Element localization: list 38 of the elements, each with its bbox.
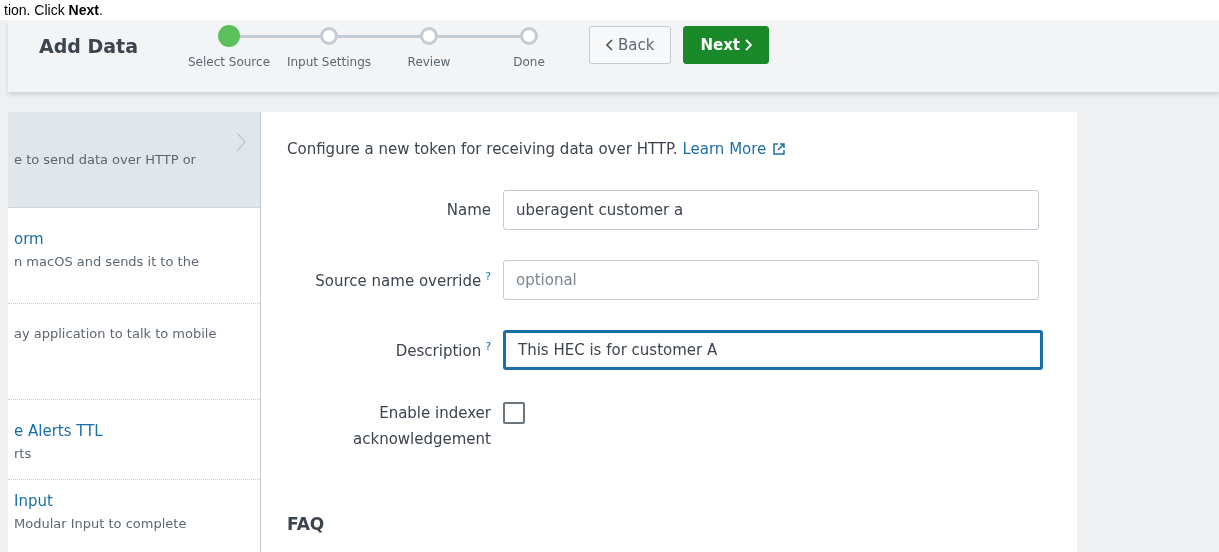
field-label: Name: [446, 201, 491, 219]
page-title: Add Data: [39, 35, 140, 57]
step-label: Select Source: [187, 55, 271, 69]
faq-heading: FAQ: [287, 514, 326, 534]
chevron-left-icon: [606, 39, 613, 51]
external-link-icon: [773, 143, 786, 155]
field-label: Description: [395, 342, 482, 360]
intro-text: Configure a new token for receiving data over HTTP.: [287, 140, 678, 158]
source-list-item[interactable]: e Alerts TTL rts: [8, 400, 260, 480]
text-field[interactable]: uberagent customer a: [503, 190, 1039, 230]
chevron-right-icon: [236, 132, 246, 152]
step-label: Review: [407, 55, 451, 69]
source-description: e to send data over HTTP or: [14, 152, 197, 167]
source-description: Modular Input to complete: [14, 516, 188, 531]
checkbox[interactable]: [503, 402, 525, 424]
help-mark[interactable]: ?: [485, 270, 491, 283]
source-title: Input: [14, 492, 54, 510]
source-title: orm: [14, 230, 45, 248]
field-label: Source name override: [315, 272, 482, 290]
source-list-item[interactable]: ay application to talk to mobile: [8, 304, 260, 400]
checkbox-label: Enable indexer acknowledgement: [353, 404, 491, 448]
source-list-item[interactable]: orm n macOS and sends it to the: [8, 208, 260, 304]
step-label: Done: [513, 55, 545, 69]
source-list-item[interactable]: e to send data over HTTP or: [8, 112, 260, 208]
instruction-text: tion. Click Next.: [4, 2, 103, 18]
next-button[interactable]: Next: [683, 26, 769, 64]
step-label: Input Settings: [286, 55, 372, 69]
text-field[interactable]: This HEC is for customer A: [503, 330, 1043, 370]
chevron-right-icon: [745, 39, 752, 51]
learn-more-link[interactable]: Learn More: [682, 140, 786, 158]
source-description: n macOS and sends it to the: [14, 254, 200, 269]
source-description: ay application to talk to mobile: [14, 326, 218, 341]
text-field[interactable]: optional: [503, 260, 1039, 300]
back-button[interactable]: Back: [589, 26, 672, 64]
help-mark[interactable]: ?: [485, 340, 491, 353]
source-list-item[interactable]: Input Modular Input to complete: [8, 480, 260, 548]
source-description: rts: [14, 446, 33, 461]
source-title: e Alerts TTL: [14, 422, 104, 440]
